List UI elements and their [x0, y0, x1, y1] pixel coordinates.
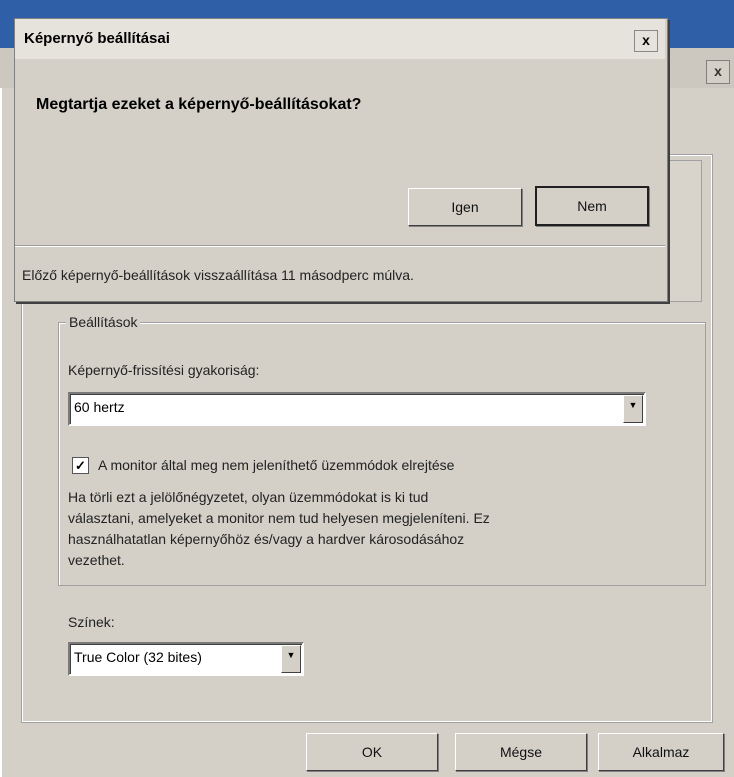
colors-value: True Color (32 bites): [74, 649, 202, 665]
chevron-down-icon[interactable]: ▼: [623, 395, 643, 423]
hide-modes-description: Ha törli ezt a jelölőnégyzetet, olyan üz…: [68, 487, 688, 571]
hide-modes-checkbox[interactable]: ✓: [72, 457, 89, 474]
settings-group-label: Beállítások: [66, 314, 141, 330]
refresh-rate-value: 60 hertz: [74, 399, 125, 415]
monitor-settings-close-button[interactable]: x: [706, 60, 730, 84]
confirm-dialog: [14, 18, 668, 302]
description-line: vezethet.: [68, 552, 125, 568]
no-button[interactable]: Nem: [535, 186, 649, 226]
hide-modes-label[interactable]: A monitor által meg nem jeleníthető üzem…: [98, 457, 454, 473]
confirm-dialog-title: Képernyő beállításai: [24, 30, 170, 47]
description-line: választani, amelyeket a monitor nem tud …: [68, 510, 490, 526]
confirm-question: Megtartja ezeket a képernyő-beállításoka…: [36, 96, 362, 113]
refresh-rate-select[interactable]: 60 hertz ▼: [68, 392, 646, 426]
dialog-separator: [15, 245, 665, 247]
yes-button[interactable]: Igen: [408, 188, 522, 226]
description-line: használhatatlan képernyőhöz és/vagy a ha…: [68, 531, 465, 547]
colors-select[interactable]: True Color (32 bites) ▼: [68, 642, 304, 676]
confirm-dialog-close-button[interactable]: x: [634, 30, 658, 52]
chevron-down-icon[interactable]: ▼: [281, 645, 301, 673]
apply-button[interactable]: Alkalmaz: [598, 733, 724, 771]
cancel-button[interactable]: Mégse: [455, 733, 587, 771]
refresh-rate-label: Képernyő-frissítési gyakoriság:: [68, 362, 260, 378]
revert-countdown-status: Előző képernyő-beállítások visszaállítás…: [22, 267, 414, 283]
checkmark-icon: ✓: [75, 458, 86, 473]
colors-label: Színek:: [68, 614, 115, 630]
ok-button[interactable]: OK: [306, 733, 438, 771]
description-line: Ha törli ezt a jelölőnégyzetet, olyan üz…: [68, 489, 429, 505]
